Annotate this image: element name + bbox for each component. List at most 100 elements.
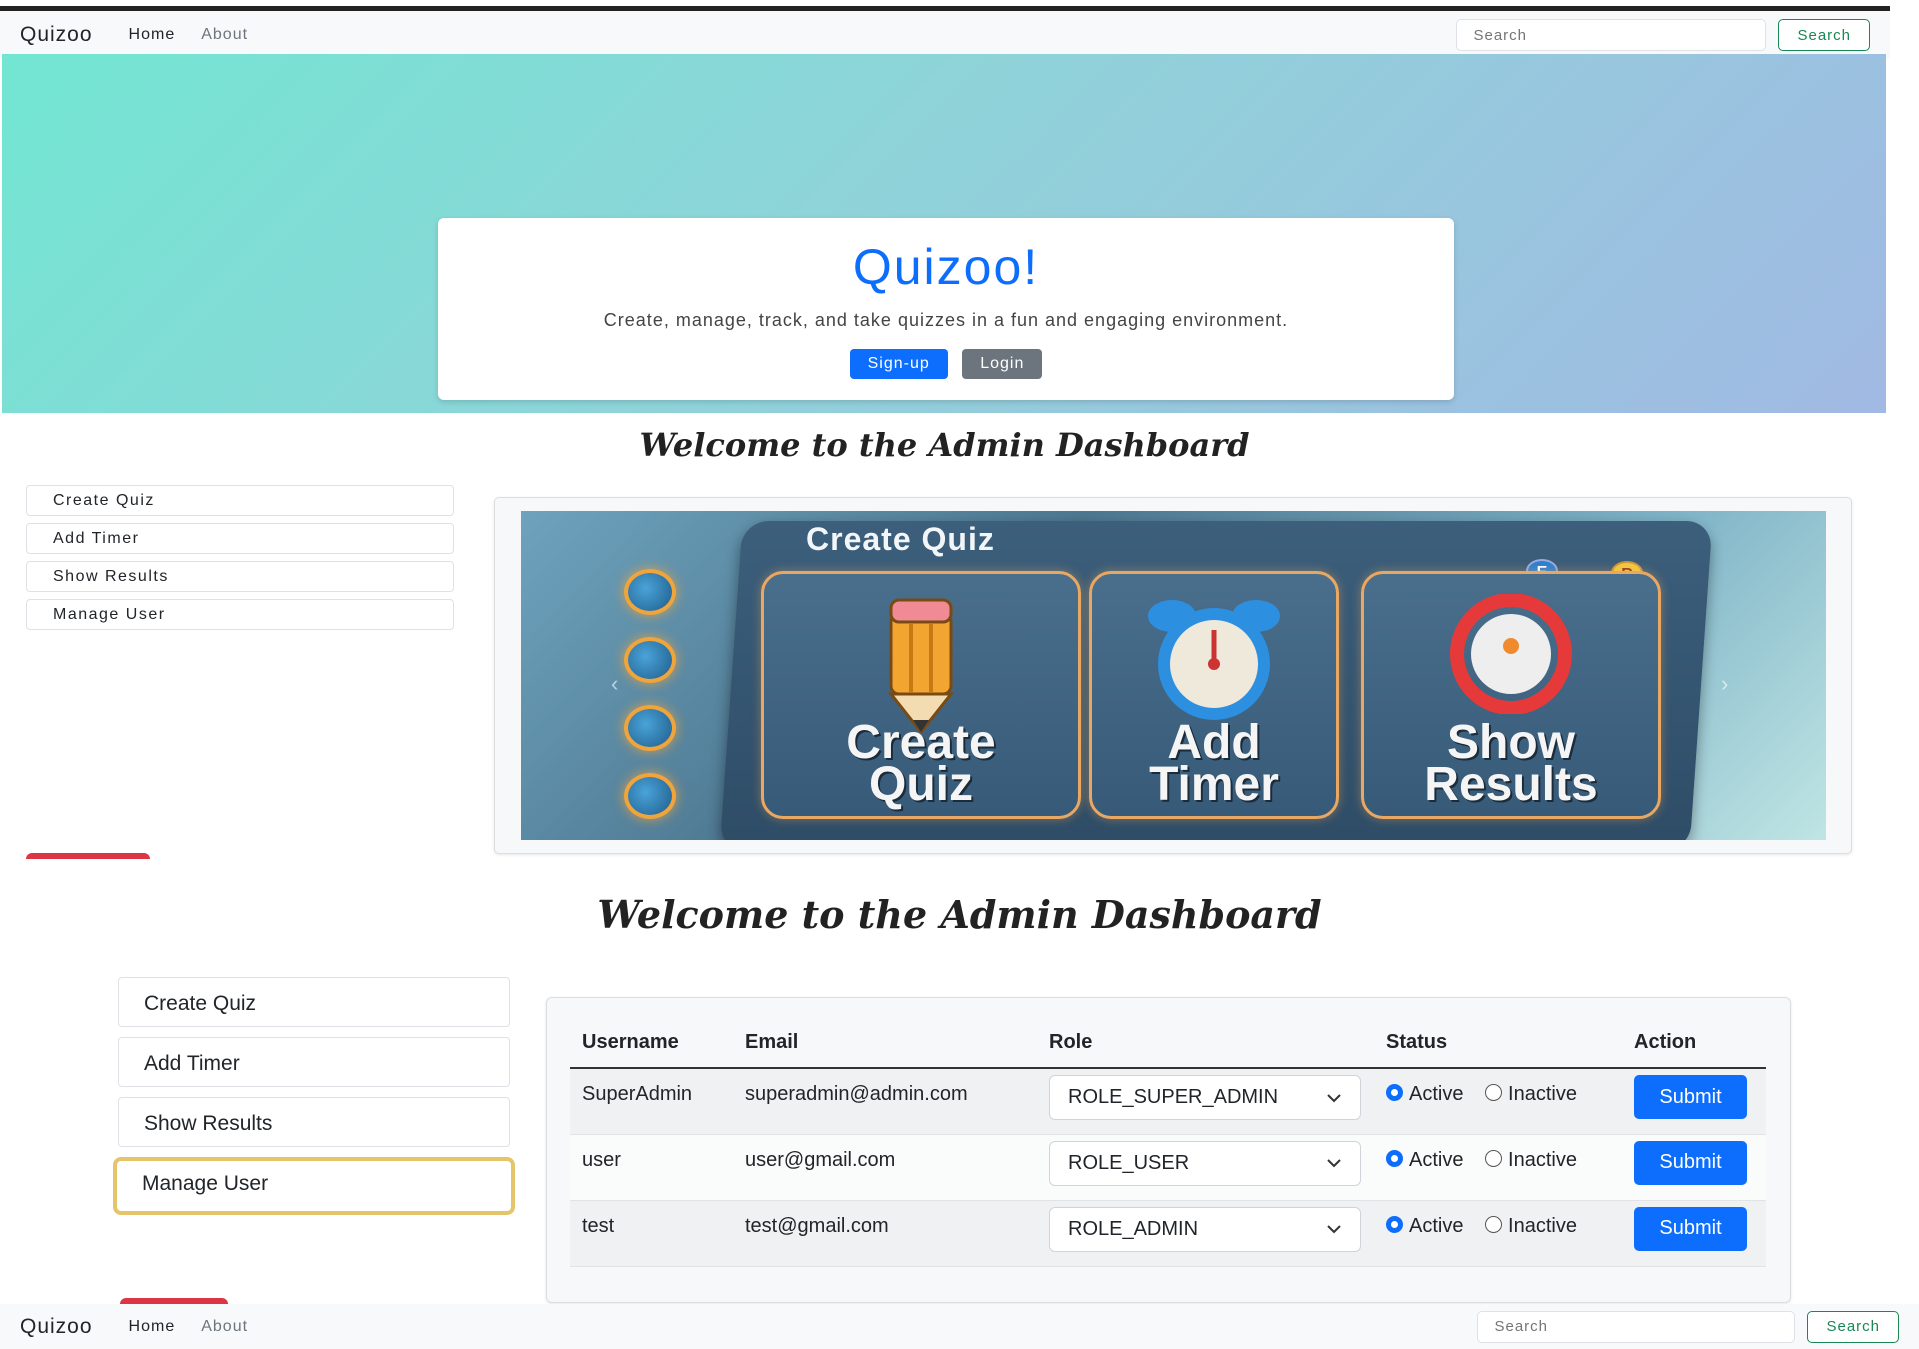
hero-description: Create, manage, track, and take quizzes … (603, 310, 1289, 330)
submit-button[interactable]: Submit (1634, 1075, 1747, 1119)
bottom-navbar: Quizoo Home About Search (0, 1304, 1919, 1349)
top-navbar: Quizoo Home About Search (0, 6, 1890, 59)
table-header-row: Username Email Role Status Action (570, 1018, 1766, 1069)
active-radio[interactable] (1386, 1084, 1403, 1102)
login-button[interactable]: Login (962, 349, 1043, 379)
role-cell: ROLE_ADMIN (1037, 1200, 1374, 1267)
pencil-icon (887, 598, 955, 734)
action-cell: Submit (1622, 1068, 1766, 1135)
column-header-username: Username (570, 1018, 733, 1069)
search-button[interactable]: Search (1778, 19, 1870, 51)
status-cell: Active Inactive (1374, 1134, 1622, 1201)
email-cell: user@gmail.com (733, 1134, 1037, 1201)
active-radio[interactable] (1386, 1215, 1403, 1233)
table-row: user user@gmail.com ROLE_USER Active Ina… (570, 1134, 1766, 1201)
carousel-image: Create Quiz E R Create Quiz (521, 511, 1826, 840)
column-header-email: Email (733, 1018, 1037, 1069)
dashboard-heading-2: Welcome to the Admin Dashboard (597, 892, 1322, 937)
table-row: SuperAdmin superadmin@admin.com ROLE_SUP… (570, 1068, 1766, 1135)
search-input[interactable] (1456, 19, 1767, 51)
inactive-radio[interactable] (1485, 1149, 1503, 1167)
email-cell: test@gmail.com (733, 1200, 1037, 1267)
sidebar-item-create-quiz[interactable]: Create Quiz (26, 485, 454, 516)
hero-buttons: Sign-up Login (438, 349, 1454, 379)
nav-about-link[interactable]: About (201, 1318, 248, 1336)
sidebar-item-manage-user[interactable]: Manage User (26, 599, 454, 630)
column-header-action: Action (1622, 1018, 1766, 1069)
active-radio[interactable] (1386, 1149, 1403, 1167)
navbar-brand[interactable]: Quizoo (20, 23, 93, 47)
panel-title: Create Quiz (806, 521, 995, 557)
show-results-tile-label: Show Results (1364, 719, 1658, 811)
inactive-radio[interactable] (1485, 1084, 1503, 1102)
hero-card: Quizoo! Create, manage, track, and take … (438, 218, 1454, 400)
role-select[interactable]: ROLE_SUPER_ADMIN (1049, 1075, 1361, 1120)
role-select-value: ROLE_USER (1068, 1151, 1190, 1174)
users-table: Username Email Role Status Action SuperA… (570, 1018, 1766, 1267)
sidebar-item-show-results[interactable]: Show Results (26, 561, 454, 592)
action-cell: Submit (1622, 1134, 1766, 1201)
column-header-status: Status (1374, 1018, 1622, 1069)
nav-about-link[interactable]: About (201, 26, 248, 44)
create-quiz-tile-label: Create Quiz (764, 719, 1078, 809)
role-select[interactable]: ROLE_ADMIN (1049, 1206, 1361, 1252)
dashboard-sidebar: Create Quiz Add Timer Show Results Manag… (26, 485, 454, 637)
chevron-down-icon (1327, 1159, 1341, 1168)
active-radio-label: Active (1409, 1083, 1464, 1105)
inactive-radio-label: Inactive (1508, 1083, 1577, 1105)
table-row: test test@gmail.com ROLE_ADMIN Active In… (570, 1200, 1766, 1267)
sidebar-item-manage-user[interactable]: Manage User (113, 1157, 515, 1215)
column-header-role: Role (1037, 1018, 1374, 1069)
inactive-radio[interactable] (1485, 1215, 1503, 1233)
logout-button-edge[interactable] (26, 853, 150, 859)
side-button-icon (624, 637, 676, 683)
dashboard-heading: Welcome to the Admin Dashboard (639, 426, 1250, 464)
status-cell: Active Inactive (1374, 1200, 1622, 1267)
inactive-radio-label: Inactive (1508, 1214, 1577, 1237)
nav-home-link[interactable]: Home (129, 1318, 176, 1336)
navbar-brand[interactable]: Quizoo (20, 1315, 93, 1339)
status-cell: Active Inactive (1374, 1068, 1622, 1135)
chevron-down-icon (1327, 1225, 1341, 1234)
carousel-card: Create Quiz E R Create Quiz (494, 497, 1852, 854)
username-cell: test (570, 1200, 733, 1267)
nav-home-link[interactable]: Home (129, 26, 176, 44)
signup-button[interactable]: Sign-up (849, 349, 948, 379)
sidebar-item-create-quiz[interactable]: Create Quiz (118, 977, 510, 1027)
dashboard-sidebar-2: Create Quiz Add Timer Show Results Manag… (113, 977, 515, 1225)
tile-label-line: Results (1424, 758, 1598, 811)
side-button-icon (624, 705, 676, 751)
role-select-value: ROLE_ADMIN (1068, 1217, 1199, 1240)
add-timer-tile: Add Timer (1089, 571, 1339, 819)
submit-button[interactable]: Submit (1634, 1206, 1747, 1251)
create-quiz-tile: Create Quiz (761, 571, 1081, 819)
role-cell: ROLE_SUPER_ADMIN (1037, 1068, 1374, 1135)
active-radio-label: Active (1409, 1148, 1464, 1171)
side-button-icon (624, 569, 676, 615)
role-select-value: ROLE_SUPER_ADMIN (1068, 1086, 1279, 1108)
sidebar-item-add-timer[interactable]: Add Timer (118, 1037, 510, 1087)
tile-label-line: Timer (1149, 758, 1279, 811)
side-button-icon (624, 773, 676, 819)
inactive-radio-label: Inactive (1508, 1148, 1577, 1171)
alarm-clock-icon (1148, 600, 1280, 720)
manage-user-card: Username Email Role Status Action SuperA… (546, 997, 1791, 1303)
role-select[interactable]: ROLE_USER (1049, 1140, 1361, 1186)
search-input[interactable] (1477, 1310, 1796, 1343)
hero-banner: Quizoo! Create, manage, track, and take … (2, 54, 1886, 413)
results-ring-icon (1450, 594, 1572, 714)
show-results-tile: Show Results (1361, 571, 1661, 819)
hero-title: Quizoo! (852, 239, 1040, 295)
sidebar-item-show-results[interactable]: Show Results (118, 1097, 510, 1147)
sidebar-item-add-timer[interactable]: Add Timer (26, 523, 454, 554)
carousel-prev-icon[interactable]: ‹ (611, 671, 618, 697)
search-button[interactable]: Search (1807, 1310, 1899, 1343)
username-cell: SuperAdmin (570, 1068, 733, 1135)
add-timer-tile-label: Add Timer (1092, 719, 1336, 811)
role-cell: ROLE_USER (1037, 1134, 1374, 1201)
action-cell: Submit (1622, 1200, 1766, 1267)
username-cell: user (570, 1134, 733, 1201)
carousel-next-icon[interactable]: › (1721, 671, 1728, 697)
submit-button[interactable]: Submit (1634, 1140, 1747, 1185)
active-radio-label: Active (1409, 1214, 1464, 1237)
